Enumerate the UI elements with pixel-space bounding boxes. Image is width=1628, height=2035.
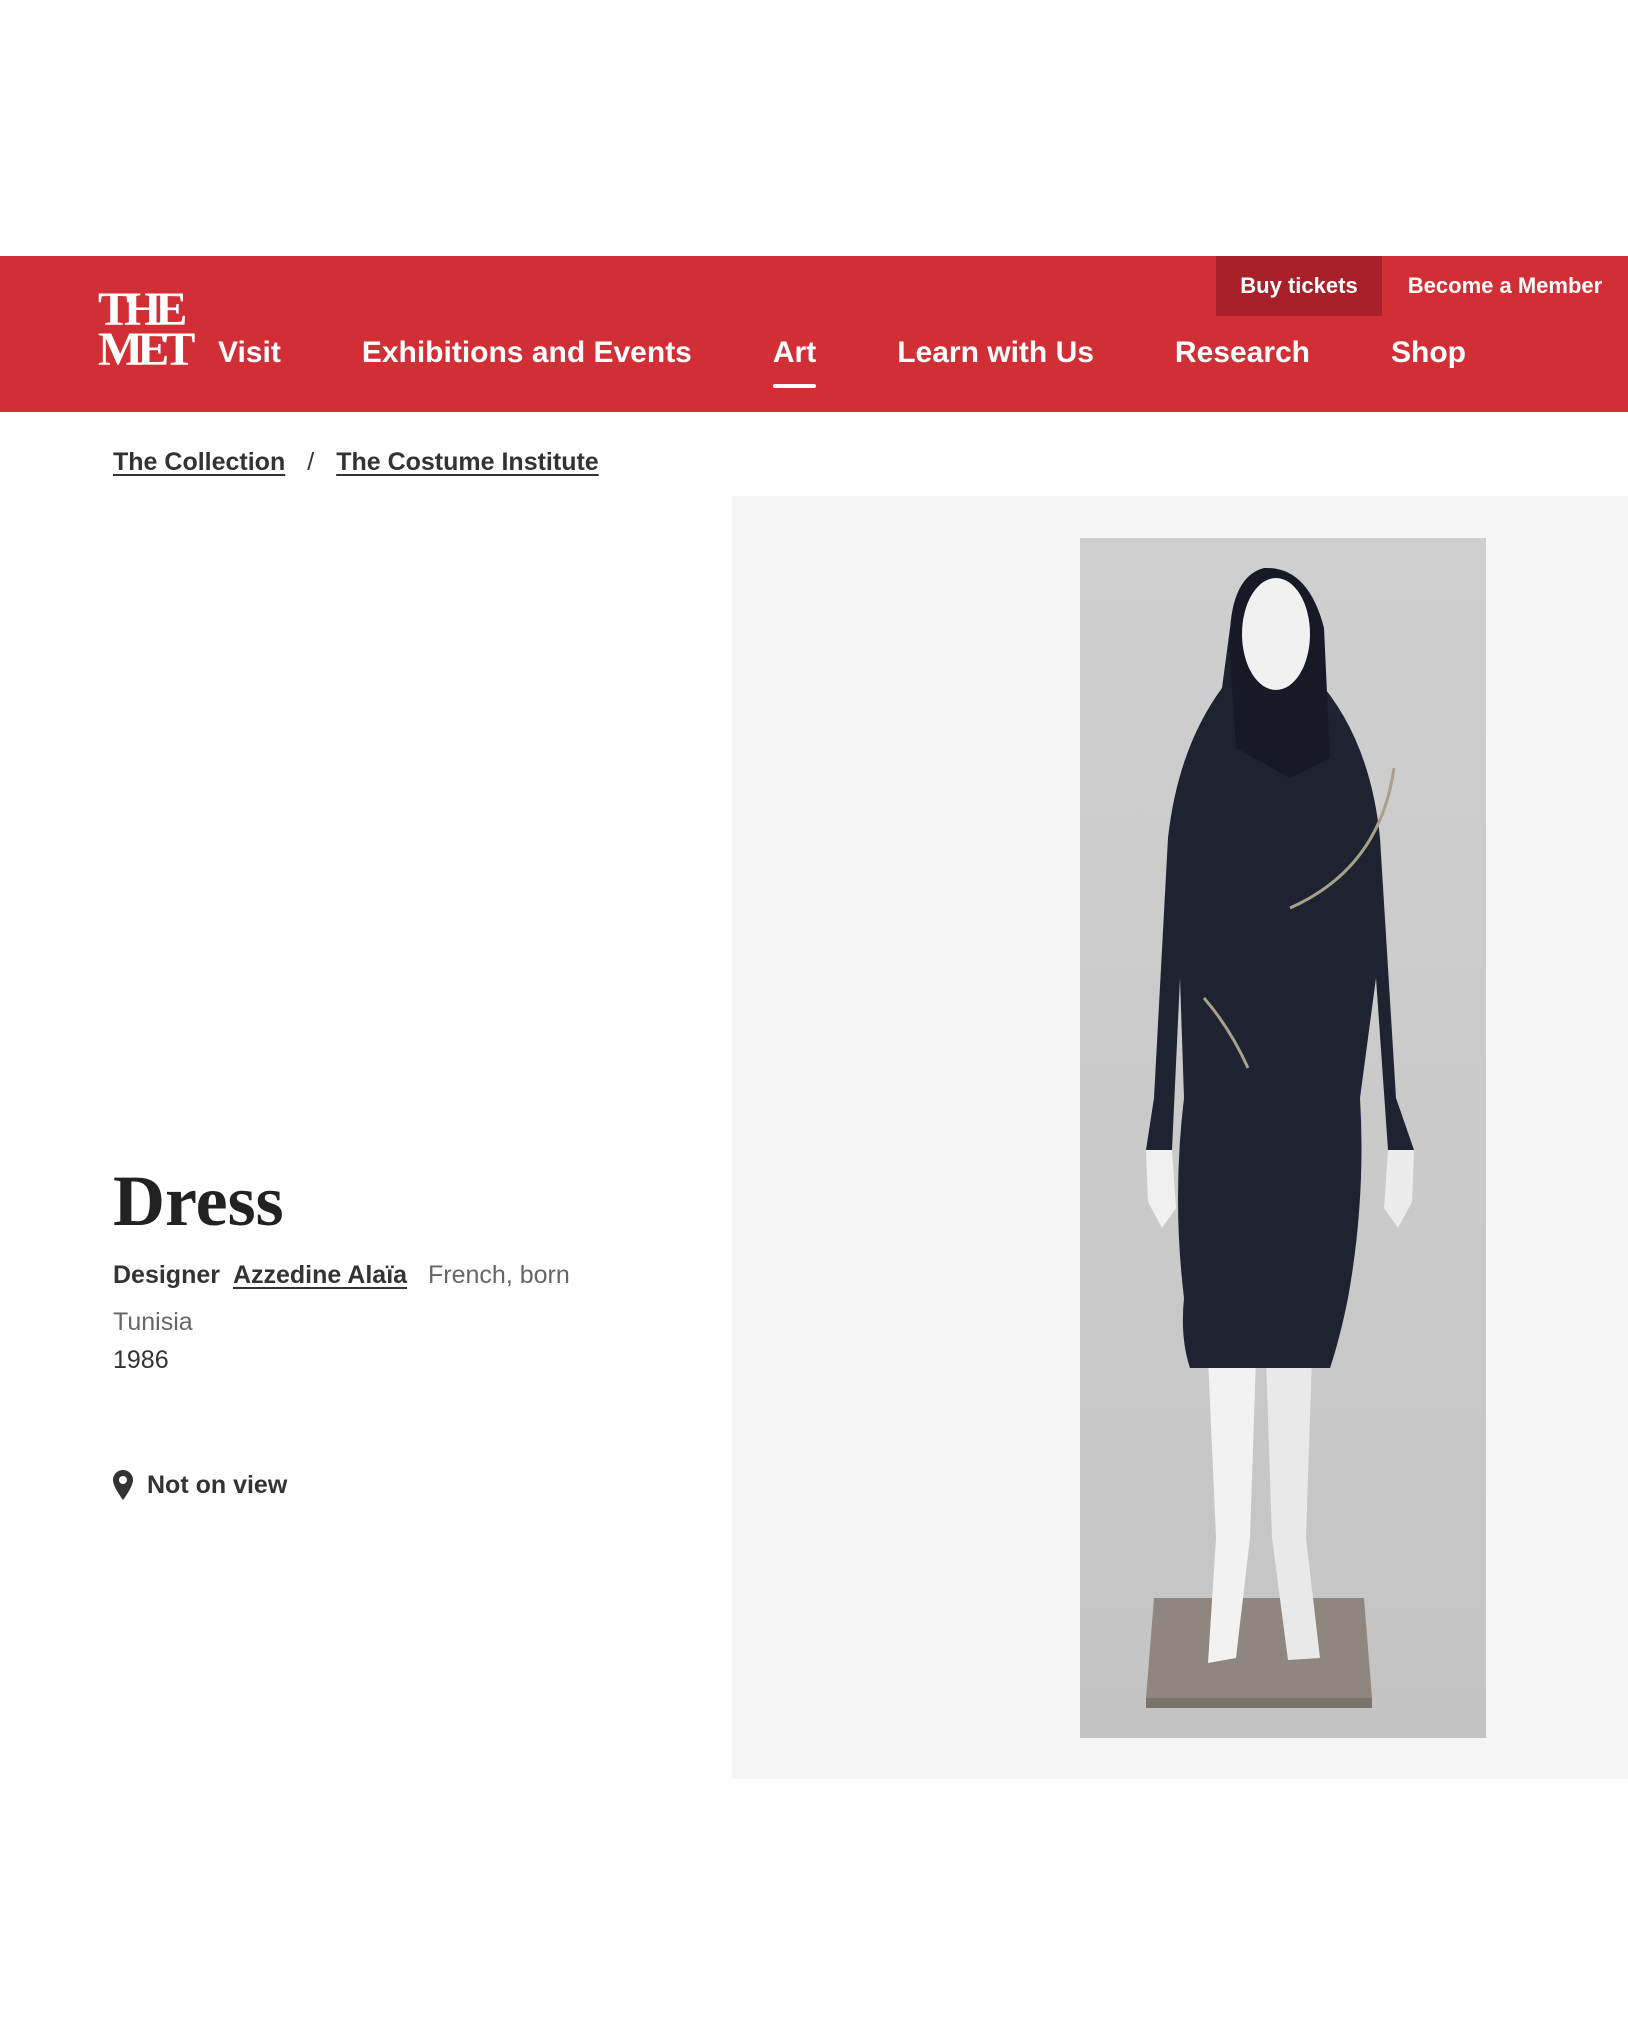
nav-item-learn-with-us[interactable]: Learn with Us xyxy=(897,336,1094,370)
location-status: Not on view xyxy=(147,1470,288,1499)
nav-item-shop[interactable]: Shop xyxy=(1391,336,1466,370)
nav-item-exhibitions-and-events[interactable]: Exhibitions and Events xyxy=(362,336,692,370)
breadcrumb-the-costume-institute[interactable]: The Costume Institute xyxy=(336,448,599,477)
nav-item-visit[interactable]: Visit xyxy=(218,336,281,370)
breadcrumb-the-collection[interactable]: The Collection xyxy=(113,448,285,477)
top-blank-area xyxy=(0,0,1628,256)
artwork-date: 1986 xyxy=(113,1346,169,1374)
artwork-title: Dress xyxy=(113,1161,284,1241)
buy-tickets-button[interactable]: Buy tickets xyxy=(1216,256,1382,316)
site-header: THE MET Buy tickets Become a Member Visi… xyxy=(0,256,1628,412)
maker-role: Designer xyxy=(113,1261,220,1289)
artwork-maker-line: Designer Azzedine Alaïa French, born Tun… xyxy=(113,1252,583,1346)
breadcrumb-separator: / xyxy=(307,448,315,476)
gallery-location: Not on view xyxy=(113,1470,287,1500)
logo-line-2: MET xyxy=(98,323,195,376)
breadcrumb: The Collection / The Costume Institute xyxy=(113,448,599,477)
main-nav: Visit Exhibitions and Events Art Learn w… xyxy=(218,336,1547,388)
artist-link[interactable]: Azzedine Alaïa xyxy=(233,1261,407,1289)
become-member-button[interactable]: Become a Member xyxy=(1382,256,1628,316)
nav-item-art[interactable]: Art xyxy=(772,336,817,388)
map-pin-icon xyxy=(113,1470,133,1500)
dress-on-mannequin-image xyxy=(1146,567,1414,1708)
met-logo[interactable]: THE MET xyxy=(98,286,195,376)
artwork-photo[interactable] xyxy=(1080,538,1486,1738)
nav-item-research[interactable]: Research xyxy=(1175,336,1310,370)
artwork-image-panel xyxy=(732,496,1628,1779)
